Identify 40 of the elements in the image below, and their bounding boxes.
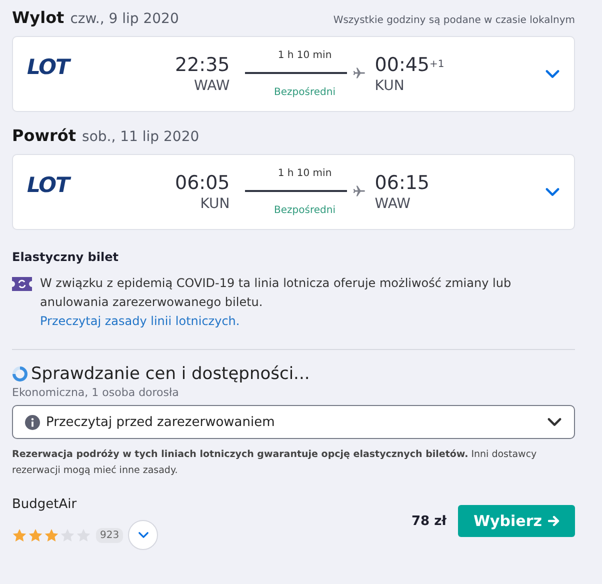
departure-time: 06:05 — [175, 171, 230, 195]
section-title: Elastyczny bilet — [12, 250, 120, 264]
airline-logo: LOT — [27, 55, 72, 79]
review-count: 923 — [96, 528, 124, 542]
stops-label: Bezpośredni — [274, 205, 336, 216]
info-icon — [25, 414, 40, 430]
plane-icon — [352, 67, 365, 79]
departure-airport: WAW — [194, 77, 230, 95]
leg-title: Powrót — [12, 126, 76, 145]
expand-button[interactable] — [128, 520, 158, 550]
ticket-icon — [12, 277, 32, 291]
arrival-time: 06:15 — [374, 171, 430, 195]
departure-time: 22:35 — [175, 53, 230, 77]
booking-info-dropdown[interactable]: Przeczytaj przed zarezerwowaniem — [12, 405, 575, 439]
arrival-airport: WAW — [374, 195, 412, 213]
plane-icon — [352, 185, 365, 197]
flexible-ticket-text: W związku z epidemią COVID-19 ta linia lotnicza oferuje możliwość zmiany lub anulowania zarezerwowanego biletu. — [40, 276, 512, 309]
star-icon — [44, 528, 59, 542]
arrow-right-icon — [548, 515, 560, 527]
leg-title: Wylot — [12, 8, 64, 27]
loading-spinner-icon — [12, 366, 28, 382]
airline-rules-link[interactable]: Przeczytaj zasady linii lotniczych. — [40, 314, 240, 328]
stops-label: Bezpośredni — [274, 87, 336, 98]
leg-date: czw., 9 lip 2020 — [70, 11, 179, 27]
price-check-status: Sprawdzanie cen i dostępności... — [31, 364, 310, 384]
leg-date: sob., 11 lip 2020 — [82, 129, 200, 145]
flight-duration: 1 h 10 min — [278, 168, 332, 179]
timezone-note: Wszystkie godziny są podane w czasie lokalnym — [333, 15, 575, 26]
cabin-passengers: Ekonomiczna, 1 osoba dorosła — [12, 386, 180, 399]
price: 78 zł — [411, 514, 446, 528]
chevron-down-icon[interactable] — [547, 417, 562, 427]
departure-airport: KUN — [200, 195, 230, 213]
airline-logo: LOT — [27, 173, 72, 197]
star-icon — [12, 528, 27, 542]
arrival-airport: KUN — [374, 77, 406, 95]
flight-duration: 1 h 10 min — [278, 50, 332, 61]
star-icon — [28, 528, 43, 542]
provider-name: BudgetAir — [12, 497, 78, 512]
booking-notice: Rezerwacja podróży w tych liniach lotniczych gwarantuje opcję elastycznych biletów. Inni dostawcy rezerwacji mogą mieć inne zasady. — [12, 448, 538, 478]
flight-card[interactable]: LOT 06:05 KUN 1 h 10 min Bezpośredni 06:15 WAW — [12, 154, 575, 230]
